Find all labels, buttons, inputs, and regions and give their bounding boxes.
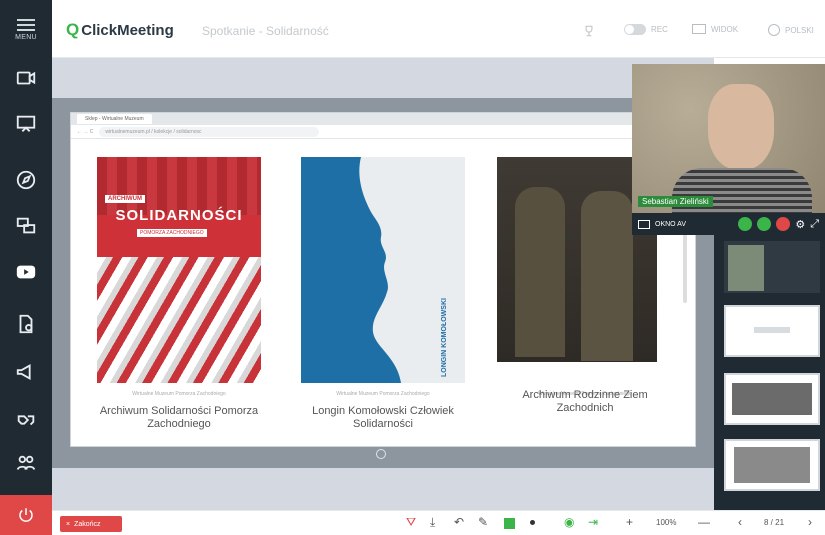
cover-text-side: LONGIN KOMOŁOWSKI <box>441 298 448 377</box>
slide-thumbnail[interactable] <box>724 373 820 425</box>
top-bar: Q ClickMeeting Spotkanie - Solidarność RE… <box>52 0 825 58</box>
card-subtitle: Wirtualne Muzeum Pomorza Zachodniego <box>132 391 226 397</box>
files-icon[interactable] <box>0 304 52 344</box>
browser-tab[interactable]: Sklep - Wirtualne Muzeum <box>77 114 152 124</box>
cover-text-main: SOLIDARNOŚCI <box>115 207 243 224</box>
expand-icon[interactable]: ⤢ <box>810 218 819 231</box>
meeting-title: Spotkanie - Solidarność <box>202 24 329 38</box>
card-subtitle: Wirtualne Muzeum Pomorza Zachodniego <box>336 391 430 397</box>
slides-panel <box>714 235 825 510</box>
cover-text-top: ARCHIWUM <box>105 195 145 203</box>
exit-button[interactable] <box>0 495 52 535</box>
collection-card[interactable]: LONGIN KOMOŁOWSKI Wirtualne Muzeum Pomor… <box>293 151 473 443</box>
language-button[interactable]: POLSKI <box>768 24 814 36</box>
presenter-shirt <box>672 168 812 215</box>
power-icon <box>19 508 33 522</box>
card-cover-solidarnosc: ARCHIWUM SOLIDARNOŚCI POMORZA ZACHODNIEG… <box>97 157 261 383</box>
youtube-icon[interactable] <box>0 252 52 292</box>
eye-icon[interactable]: ◉ <box>564 515 574 529</box>
slide-thumbnail[interactable] <box>724 439 820 491</box>
browser-address-bar: ← → C wirtualnemuzeum.pl / kolekcje / so… <box>71 125 695 139</box>
slide-thumbnail[interactable] <box>724 241 820 293</box>
handshake-icon[interactable] <box>0 400 52 440</box>
url-field[interactable]: wirtualnemuzeum.pl / kolekcje / solidarn… <box>99 126 320 137</box>
av-window-icon <box>638 219 650 229</box>
video-controls: OKNO AV ⚙ ⤢ <box>632 213 825 235</box>
nav-arrows-icon: ← → C <box>77 128 94 135</box>
logo-text: ClickMeeting <box>81 21 174 39</box>
zoom-in-icon[interactable]: + <box>626 515 633 529</box>
layout-button[interactable]: WIDOK <box>692 24 738 34</box>
megaphone-icon[interactable] <box>0 352 52 392</box>
menu-button[interactable]: MENU <box>0 10 52 50</box>
rec-label: REC <box>651 25 668 34</box>
attendees-icon[interactable] <box>0 444 52 484</box>
settings-gear-icon[interactable]: ⚙ <box>795 218 805 231</box>
card-title[interactable]: Archiwum Rodzinne Ziem Zachodnich <box>503 389 667 415</box>
presenter-name-tag: Sebastian Zieliński <box>638 196 713 207</box>
logo: Q ClickMeeting <box>66 20 174 40</box>
video-camera-icon[interactable] <box>0 58 52 98</box>
bottom-bar: × Zakończ ⛛ ⤓ ↶ ✎ ◉ ⇥ + 100% — ‹ 8 / 21 … <box>52 510 825 535</box>
camera-toggle-icon[interactable] <box>738 217 753 231</box>
color-picker-icon[interactable] <box>504 518 515 529</box>
card-cover-komolowski: LONGIN KOMOŁOWSKI <box>301 157 465 383</box>
compass-icon[interactable] <box>0 160 52 200</box>
left-sidebar: MENU <box>0 0 52 535</box>
screen-share-icon[interactable] <box>0 206 52 246</box>
next-page-icon[interactable]: › <box>808 515 812 529</box>
microphone-toggle-icon[interactable] <box>757 217 772 231</box>
download-icon[interactable]: ⤓ <box>430 515 435 530</box>
slide-thumbnail[interactable] <box>724 305 820 357</box>
prev-page-icon[interactable]: ‹ <box>738 515 742 529</box>
hamburger-icon <box>17 19 35 31</box>
hangup-icon[interactable] <box>776 217 791 231</box>
end-session-label: Zakończ <box>74 520 101 528</box>
pdf-icon[interactable]: ⛛ <box>406 515 416 530</box>
toggle-icon <box>624 24 646 35</box>
globe-icon <box>768 24 780 36</box>
shared-browser-window: Sklep - Wirtualne Muzeum ← → C wirtualne… <box>70 112 696 447</box>
trophy-icon[interactable] <box>582 24 596 38</box>
page-indicator: 8 / 21 <box>764 518 785 527</box>
language-label: POLSKI <box>785 25 814 35</box>
zoom-out-icon[interactable]: — <box>698 515 710 529</box>
card-title[interactable]: Longin Komołowski Człowiek Solidarności <box>301 405 465 431</box>
menu-label: MENU <box>15 34 37 41</box>
browser-tab-bar: Sklep - Wirtualne Muzeum <box>71 113 695 125</box>
close-icon: × <box>66 520 71 528</box>
pen-icon[interactable]: ✎ <box>478 515 488 529</box>
window-icon <box>692 24 706 34</box>
av-window-label[interactable]: OKNO AV <box>655 221 686 228</box>
window-label: WIDOK <box>711 24 739 34</box>
presenter-video[interactable] <box>632 64 825 215</box>
logo-icon: Q <box>66 20 80 39</box>
end-session-button[interactable]: × Zakończ <box>60 516 122 532</box>
zoom-level: 100% <box>656 518 677 527</box>
brush-size-icon[interactable] <box>530 520 535 525</box>
collection-card[interactable]: ARCHIWUM SOLIDARNOŚCI POMORZA ZACHODNIEG… <box>89 151 269 443</box>
stage-indicator-icon <box>376 449 386 459</box>
presenter-head <box>708 84 774 170</box>
exit-fullscreen-icon[interactable]: ⇥ <box>588 515 598 529</box>
whiteboard-icon[interactable] <box>0 104 52 144</box>
card-title[interactable]: Archiwum Solidarności Pomorza Zachodnieg… <box>97 405 261 431</box>
cover-text-sub: POMORZA ZACHODNIEGO <box>137 229 207 237</box>
record-toggle[interactable]: REC <box>624 24 668 35</box>
undo-icon[interactable]: ↶ <box>454 515 464 529</box>
